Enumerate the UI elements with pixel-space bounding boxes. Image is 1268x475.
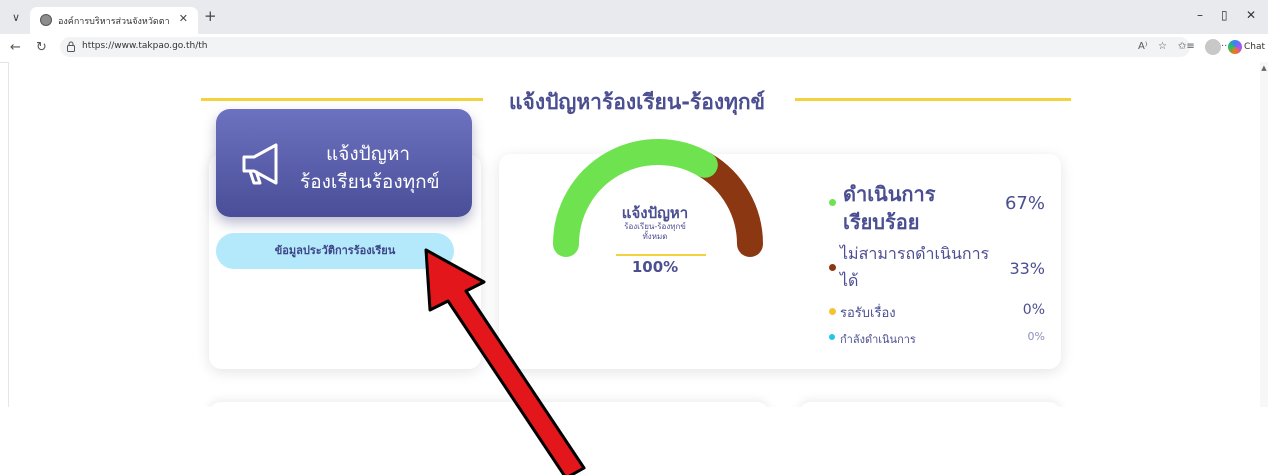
browser-tab[interactable]: องค์การบริหารส่วนจังหวัดตาก ✕ xyxy=(30,7,198,34)
legend-value-completed: 67% xyxy=(1004,193,1045,214)
address-bar: ← ↻ https://www.takpao.go.th/th A⁾ ☆ ✩≡ … xyxy=(0,34,1268,63)
gauge-divider xyxy=(616,254,706,256)
section-title: แจ้งปัญหาร้องเรียน-ร้องทุกข์ xyxy=(509,90,765,114)
bottom-card-left xyxy=(209,402,769,407)
close-window-icon[interactable]: ✕ xyxy=(1246,8,1256,22)
gauge-subtitle-line2: ทั้งหมด xyxy=(642,232,668,241)
legend-dot-unable xyxy=(829,264,836,271)
tab-title: องค์การบริหารส่วนจังหวัดตาก xyxy=(58,17,170,27)
chat-label[interactable]: Chat xyxy=(1244,42,1265,52)
title-divider-left xyxy=(201,98,483,101)
favorites-list-icon[interactable]: ✩≡ xyxy=(1178,41,1195,52)
legend-dot-completed xyxy=(829,199,836,206)
legend-dot-pending xyxy=(829,308,836,315)
title-divider-right xyxy=(795,98,1071,101)
report-button-line1: แจ้งปัญหา xyxy=(326,143,411,165)
lock-icon xyxy=(67,41,75,52)
complaint-history-button[interactable]: ข้อมูลประวัติการร้องเรียน xyxy=(216,233,454,269)
tab-actions-icon[interactable]: ∨ xyxy=(8,10,24,26)
refresh-icon[interactable]: ↻ xyxy=(36,40,47,55)
restore-icon[interactable]: ▯ xyxy=(1221,8,1228,22)
profile-avatar[interactable] xyxy=(1205,39,1221,55)
legend-label-in-progress: กำลังดำเนินการ xyxy=(840,333,916,346)
legend-label-unable-line2: ได้ xyxy=(840,271,859,290)
legend-value-unable: 33% xyxy=(1009,259,1045,278)
gauge-total-percent: 100% xyxy=(631,258,679,276)
new-tab-icon[interactable]: + xyxy=(204,7,217,25)
legend-dot-in-progress xyxy=(829,334,835,340)
report-button-line2: ร้องเรียนร้องทุกข์ xyxy=(300,171,440,193)
legend-value-in-progress: 0% xyxy=(1027,330,1045,343)
favorite-star-icon[interactable]: ☆ xyxy=(1158,41,1167,52)
legend-value-pending: 0% xyxy=(1022,302,1045,318)
read-aloud-icon[interactable]: A⁾ xyxy=(1138,41,1147,52)
back-icon[interactable]: ← xyxy=(10,40,21,55)
copilot-icon[interactable] xyxy=(1228,40,1242,54)
url-field[interactable]: https://www.takpao.go.th/th xyxy=(60,37,1190,57)
megaphone-icon xyxy=(242,143,278,185)
scroll-up-icon[interactable]: ▲ xyxy=(1260,64,1268,72)
legend-label-pending: รอรับเรื่อง xyxy=(840,306,896,321)
page-scrollbar[interactable] xyxy=(1260,62,1268,407)
bottom-card-right xyxy=(799,402,1061,407)
minimize-icon[interactable]: – xyxy=(1197,8,1203,22)
tab-close-icon[interactable]: ✕ xyxy=(179,12,188,25)
report-complaint-button[interactable]: แจ้งปัญหา ร้องเรียนร้องทุกข์ xyxy=(216,109,472,217)
browser-tab-bar: ∨ องค์การบริหารส่วนจังหวัดตาก ✕ + – ▯ ✕ xyxy=(0,0,1268,34)
site-favicon-icon xyxy=(40,14,52,26)
legend-label-unable-line1: ไม่สามารถดำเนินการ xyxy=(840,244,990,263)
url-text: https://www.takpao.go.th/th xyxy=(82,41,208,51)
legend-label-completed-line2: เรียบร้อย xyxy=(843,210,920,234)
